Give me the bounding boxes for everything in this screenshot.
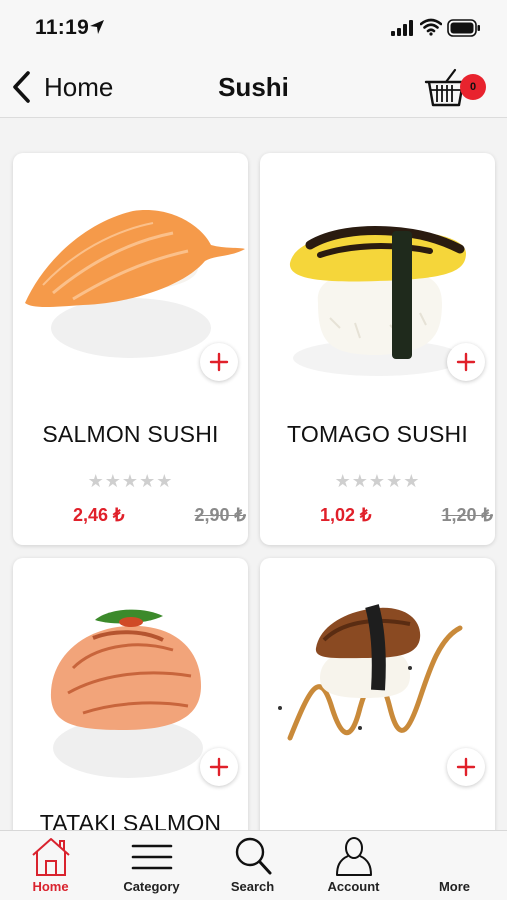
tab-account[interactable]: Account	[303, 831, 404, 900]
tab-bar: Home Category Search Account More	[0, 830, 507, 900]
tab-label: Search	[230, 879, 275, 894]
product-price: 2,46 ₺	[73, 505, 125, 525]
product-name: TATAKI SALMON	[39, 810, 222, 830]
tab-category[interactable]: Category	[101, 831, 202, 900]
home-icon	[32, 838, 70, 876]
status-time: 11:19	[35, 16, 90, 39]
add-to-cart-button[interactable]	[200, 343, 238, 381]
menu-icon	[131, 844, 173, 870]
navigation-bar: Home Sushi 0	[0, 56, 507, 118]
add-to-cart-button[interactable]	[447, 343, 485, 381]
product-grid: SALMON SUSHI ★★★★★ 2,46 ₺ 2,90 ₺ TOMAGO	[0, 118, 507, 830]
tab-label: Account	[327, 879, 380, 894]
plus-icon	[209, 352, 229, 372]
sushi-screen: 11:19 Home Sushi 0 SALMON SUSHI ★★★★★ 2,…	[0, 0, 507, 900]
cart-button[interactable]: 0	[424, 66, 494, 112]
star-rating: ★★★★★	[87, 471, 174, 491]
tab-more[interactable]: More	[404, 831, 505, 900]
star-rating: ★★★★★	[334, 471, 421, 491]
product-card[interactable]: TOMAGO SUSHI ★★★★★ 1,02 ₺ 1,20 ₺	[260, 153, 495, 545]
add-to-cart-button[interactable]	[447, 748, 485, 786]
battery-icon	[447, 19, 480, 37]
tab-label: More	[438, 879, 471, 894]
plus-icon	[209, 757, 229, 777]
product-card[interactable]	[260, 558, 495, 830]
location-arrow-icon	[90, 20, 104, 34]
plus-icon	[456, 757, 476, 777]
product-name: SALMON SUSHI	[42, 421, 219, 447]
chevron-left-icon	[13, 71, 30, 103]
back-button[interactable]: Home	[10, 66, 113, 108]
status-bar: 11:19	[0, 0, 507, 56]
tab-search[interactable]: Search	[202, 831, 303, 900]
account-icon	[336, 837, 372, 876]
product-card[interactable]: SALMON SUSHI ★★★★★ 2,46 ₺ 2,90 ₺	[13, 153, 248, 545]
product-price: 1,02 ₺	[320, 505, 372, 525]
tab-label: Home	[32, 879, 69, 894]
product-name: TOMAGO SUSHI	[287, 421, 468, 447]
tab-home[interactable]: Home	[0, 831, 101, 900]
add-to-cart-button[interactable]	[200, 748, 238, 786]
tab-label: Category	[123, 879, 180, 894]
plus-icon	[456, 352, 476, 372]
product-old-price: 2,90 ₺	[194, 505, 247, 525]
cellular-signal-icon	[391, 20, 413, 36]
product-card[interactable]: TATAKI SALMON	[13, 558, 248, 830]
wifi-icon	[420, 18, 442, 36]
back-label: Home	[44, 71, 114, 102]
cart-count-badge: 0	[460, 74, 486, 100]
search-icon	[235, 837, 272, 875]
product-old-price: 1,20 ₺	[441, 505, 494, 525]
